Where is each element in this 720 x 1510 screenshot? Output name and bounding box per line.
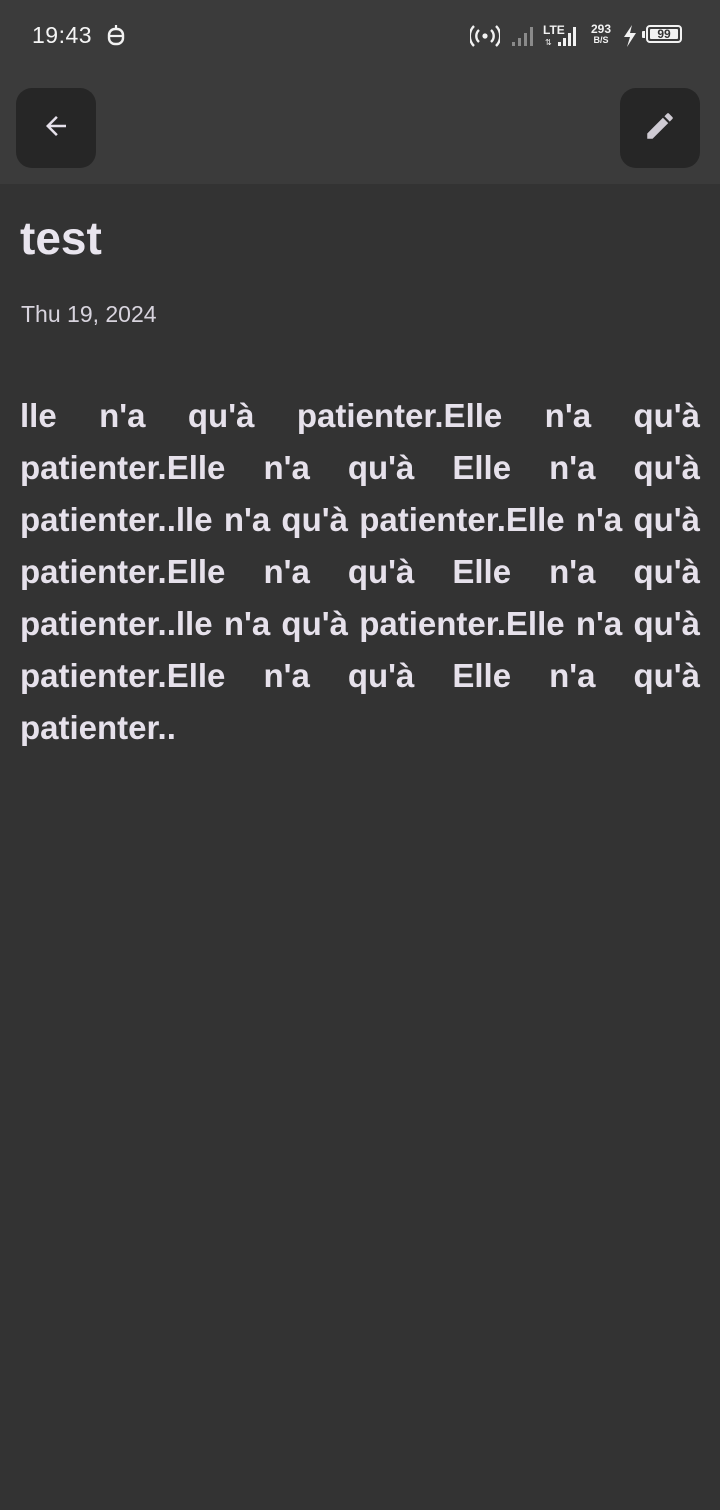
svg-text:⇅: ⇅ <box>545 38 552 47</box>
hotspot-icon <box>468 24 502 53</box>
note-body: lle n'a qu'à patienter.Elle n'a qu'à pat… <box>20 397 700 746</box>
battery-level: 99 <box>657 27 671 41</box>
note-date: Thu 19, 2024 <box>21 301 157 327</box>
charging-icon <box>622 24 638 53</box>
signal-icon <box>511 24 537 53</box>
edit-button[interactable] <box>620 88 700 168</box>
battery-icon: 99 <box>642 25 684 45</box>
back-button[interactable] <box>16 88 96 168</box>
speed-unit: B/S <box>593 35 609 45</box>
note-detail-screen: 19:43 LTE ⇅ 293 B/S 99 test Thu 19, 2024… <box>0 0 720 1510</box>
status-time: 19:43 <box>32 22 93 48</box>
status-bar: 19:43 LTE ⇅ 293 B/S 99 <box>0 0 720 72</box>
note-title: test <box>20 212 102 264</box>
speed-value: 293 <box>590 22 612 36</box>
alarm-icon <box>106 24 126 53</box>
lte-label: LTE <box>543 23 565 37</box>
network-speed: 293 B/S <box>588 22 614 45</box>
arrow-back-icon <box>41 111 71 146</box>
lte-signal-icon: LTE ⇅ <box>542 23 582 54</box>
pencil-icon <box>643 109 677 148</box>
